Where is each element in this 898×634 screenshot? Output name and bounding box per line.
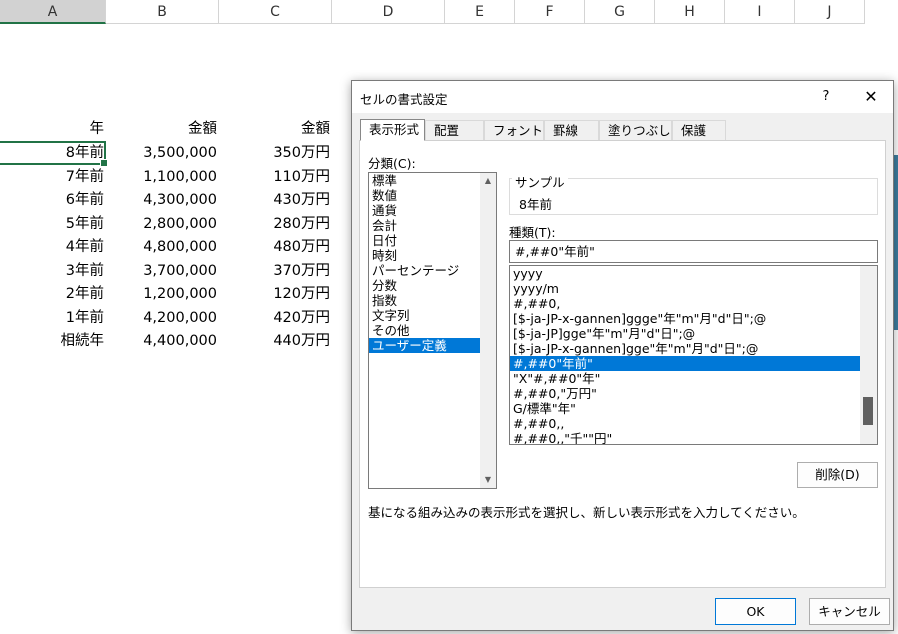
format-code-item[interactable]: [$-ja-JP-x-gannen]gge"年"m"月"d"日";@ (510, 341, 860, 356)
header-cell-b[interactable]: 金額 (106, 118, 217, 141)
cell-c-row-9[interactable]: 440万円 (219, 330, 330, 353)
cell-a-row-4[interactable]: 5年前 (0, 213, 104, 236)
cell-b-row-2[interactable]: 1,100,000 (106, 166, 217, 189)
column-header-b[interactable]: B (106, 0, 219, 24)
sample-value: 8年前 (519, 197, 552, 212)
tab-fill[interactable]: 塗りつぶし (599, 120, 672, 140)
category-item[interactable]: 日付 (369, 233, 496, 248)
cell-c-row-1[interactable]: 350万円 (219, 142, 330, 165)
column-header-g[interactable]: G (585, 0, 655, 24)
column-header-e[interactable]: E (445, 0, 515, 24)
cell-b-row-9[interactable]: 4,400,000 (106, 330, 217, 353)
cell-a-row-7[interactable]: 2年前 (0, 283, 104, 306)
cell-a-row-2[interactable]: 7年前 (0, 166, 104, 189)
delete-button[interactable]: 削除(D) (797, 462, 878, 488)
category-item[interactable]: 通貨 (369, 203, 496, 218)
format-code-item[interactable]: #,##0,, (510, 416, 860, 431)
format-code-item[interactable]: #,##0, (510, 296, 860, 311)
cell-b-row-5[interactable]: 4,800,000 (106, 236, 217, 259)
category-item[interactable]: 文字列 (369, 308, 496, 323)
category-item[interactable]: 分数 (369, 278, 496, 293)
cell-c-row-5[interactable]: 480万円 (219, 236, 330, 259)
format-code-item[interactable]: [$-ja-JP]gge"年"m"月"d"日";@ (510, 326, 860, 341)
category-item[interactable]: 数値 (369, 188, 496, 203)
tab-font[interactable]: フォント (484, 120, 544, 140)
format-description: 基になる組み込みの表示形式を選択し、新しい表示形式を入力してください。 (368, 505, 805, 520)
format-code-item[interactable]: #,##0,,"千""円" (510, 431, 860, 444)
cell-b-row-4[interactable]: 2,800,000 (106, 213, 217, 236)
cell-a-row-9[interactable]: 相続年 (0, 330, 105, 353)
cell-b-row-8[interactable]: 4,200,000 (106, 307, 217, 330)
format-code-item[interactable]: #,##0,"万円" (510, 386, 860, 401)
header-cell-c[interactable]: 金額 (219, 118, 330, 141)
cell-a-row-8[interactable]: 1年前 (0, 307, 104, 330)
category-item[interactable]: 標準 (369, 173, 496, 188)
column-header-d[interactable]: D (332, 0, 445, 24)
column-header-h[interactable]: H (655, 0, 725, 24)
format-cells-dialog: セルの書式設定 ? ✕ 表示形式 配置 フォント 罫線 塗りつぶし 保護 分類(… (351, 80, 894, 631)
format-code-item[interactable]: G/標準"年" (510, 401, 860, 416)
category-item[interactable]: 指数 (369, 293, 496, 308)
column-header-j[interactable]: J (795, 0, 865, 24)
type-label: 種類(T): (509, 225, 556, 240)
category-item[interactable]: その他 (369, 323, 496, 338)
dialog-title: セルの書式設定 (360, 92, 448, 107)
cell-c-row-8[interactable]: 420万円 (219, 307, 330, 330)
format-list-scrollbar[interactable] (860, 266, 877, 444)
close-icon[interactable]: ✕ (854, 85, 888, 109)
cell-a-row-6[interactable]: 3年前 (0, 260, 104, 283)
cell-b-row-6[interactable]: 3,700,000 (106, 260, 217, 283)
ok-button[interactable]: OK (715, 598, 796, 625)
column-header-c[interactable]: C (219, 0, 332, 24)
category-item[interactable]: パーセンテージ (369, 263, 496, 278)
cell-c-row-6[interactable]: 370万円 (219, 260, 330, 283)
column-header-a[interactable]: A (0, 0, 106, 24)
cell-c-row-3[interactable]: 430万円 (219, 189, 330, 212)
column-header-f[interactable]: F (515, 0, 585, 24)
category-item[interactable]: ユーザー定義 (369, 338, 480, 353)
cell-c-row-2[interactable]: 110万円 (219, 166, 330, 189)
cell-b-row-7[interactable]: 1,200,000 (106, 283, 217, 306)
cell-a-row-5[interactable]: 4年前 (0, 236, 104, 259)
category-item[interactable]: 会計 (369, 218, 496, 233)
tab-number[interactable]: 表示形式 (360, 119, 425, 141)
scroll-up-arrow-icon[interactable]: ▲ (480, 173, 496, 189)
category-item[interactable]: 時刻 (369, 248, 496, 263)
cell-c-row-7[interactable]: 120万円 (219, 283, 330, 306)
sample-label: サンプル (512, 172, 568, 191)
scroll-down-arrow-icon[interactable]: ▼ (480, 472, 496, 488)
cancel-button[interactable]: キャンセル (809, 598, 890, 625)
category-scrollbar[interactable]: ▲ ▼ (480, 173, 496, 488)
active-cell-outline[interactable] (0, 141, 108, 167)
cell-b-row-3[interactable]: 4,300,000 (106, 189, 217, 212)
help-button[interactable]: ? (809, 85, 843, 109)
scrollbar-thumb[interactable] (863, 397, 873, 425)
cell-c-row-4[interactable]: 280万円 (219, 213, 330, 236)
cell-a-row-3[interactable]: 6年前 (0, 189, 104, 212)
format-code-item[interactable]: #,##0"年前" (510, 356, 860, 371)
category-list[interactable]: 標準 数値 通貨 会計 日付 時刻 パーセンテージ 分数 指数 文字列 その他 ユーザー定義 ▲ ▼ (368, 172, 497, 489)
format-code-item[interactable]: yyyy (510, 266, 860, 281)
format-code-item[interactable]: [$-ja-JP-x-gannen]ggge"年"m"月"d"日";@ (510, 311, 860, 326)
fill-handle[interactable] (100, 159, 108, 167)
format-code-item[interactable]: "X"#,##0"年" (510, 371, 860, 386)
cell-b-row-1[interactable]: 3,500,000 (106, 142, 217, 165)
dialog-titlebar: セルの書式設定 ? ✕ (352, 81, 893, 113)
column-header-i[interactable]: I (725, 0, 795, 24)
type-input[interactable]: #,##0"年前" (509, 240, 878, 263)
category-label: 分類(C): (368, 156, 416, 171)
tab-border[interactable]: 罫線 (544, 120, 599, 140)
tab-alignment[interactable]: 配置 (425, 120, 484, 140)
format-code-list[interactable]: yyyy yyyy/m #,##0, [$-ja-JP-x-gannen]ggge"年… (509, 265, 878, 445)
header-cell-a[interactable]: 年 (0, 118, 105, 141)
format-code-item[interactable]: yyyy/m (510, 281, 860, 296)
tab-protection[interactable]: 保護 (672, 120, 726, 140)
